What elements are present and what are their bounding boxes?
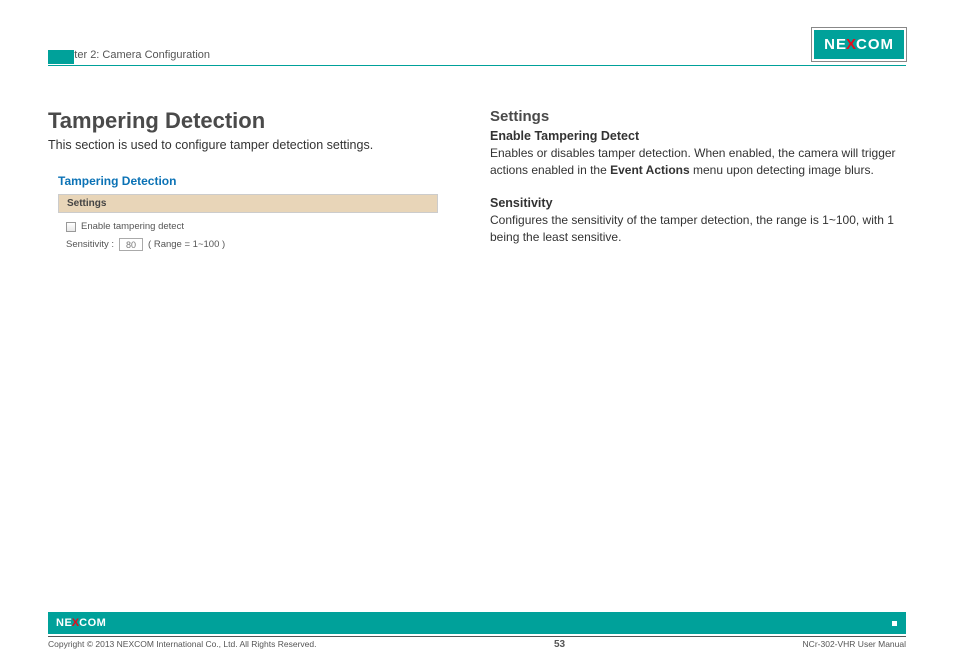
footer-logo: NEXCOM [56,617,106,629]
page-number: 53 [554,639,565,650]
nexcom-logo: NEXCOM [812,28,906,61]
enable-tampering-checkbox[interactable] [66,222,76,232]
sensitivity-label: Sensitivity : [66,239,114,250]
copyright-text: Copyright © 2013 NEXCOM International Co… [48,639,316,650]
logo-text-right: COM [856,36,894,53]
settings-heading: Settings [490,108,906,125]
intro-text: This section is used to configure tamper… [48,138,464,152]
footer-squares-icon [891,627,906,634]
sensitivity-input[interactable] [119,238,143,251]
sensitivity-range: ( Range = 1~100 ) [148,239,225,250]
footer-bar: NEXCOM [48,612,906,634]
enable-detect-desc: Enables or disables tamper detection. Wh… [490,145,906,180]
enable-detect-heading: Enable Tampering Detect [490,129,906,143]
sensitivity-row: Sensitivity : ( Range = 1~100 ) [66,238,430,251]
settings-header: Settings [58,194,438,213]
event-actions-bold: Event Actions [610,163,690,177]
enable-tampering-label: Enable tampering detect [81,221,184,232]
sensitivity-desc: Configures the sensitivity of the tamper… [490,212,906,247]
logo-text-left: NE [824,36,847,53]
manual-name: NCr-302-VHR User Manual [803,639,906,650]
enable-tampering-row: Enable tampering detect [66,221,430,232]
settings-panel: Settings Enable tampering detect Sensiti… [58,194,438,255]
panel-title: Tampering Detection [58,174,464,188]
page-title: Tampering Detection [48,108,464,134]
sensitivity-heading: Sensitivity [490,196,906,210]
header-accent-block [48,50,74,64]
